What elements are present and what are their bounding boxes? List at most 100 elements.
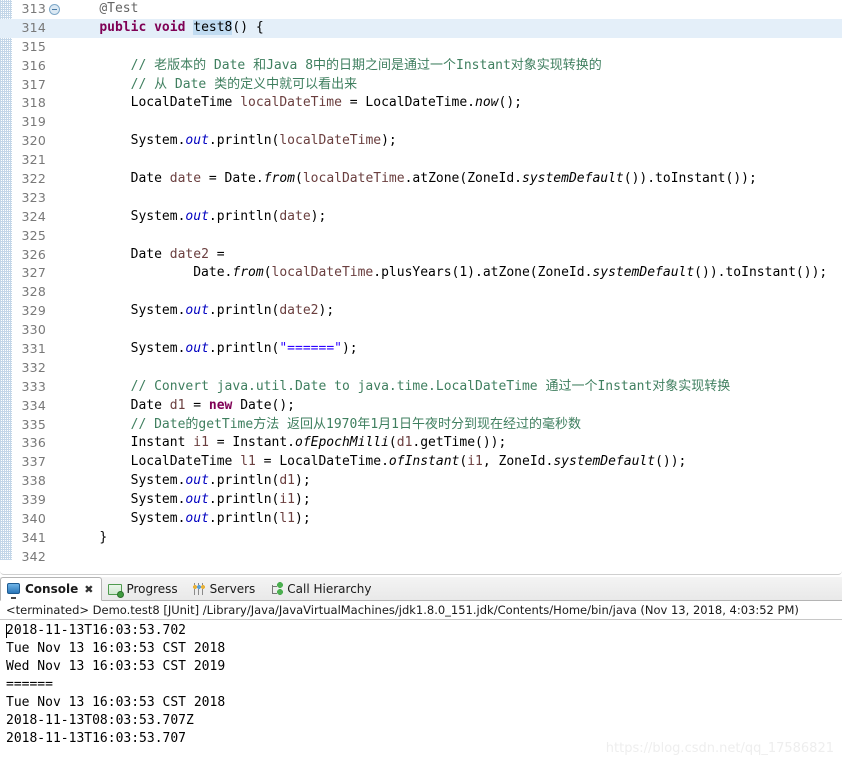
token-localvar: date xyxy=(279,208,311,224)
code-line-327[interactable]: 327 Date.from(localDateTime.plusYears(1)… xyxy=(0,264,842,283)
code-editor-panel[interactable]: 313 @Test 314 public void test8() {315 316… xyxy=(0,0,842,575)
code-line-text: // Convert java.util.Date to java.time.L… xyxy=(68,378,731,397)
code-line-332[interactable]: 332 xyxy=(0,359,842,378)
token-statmeth: from xyxy=(263,171,296,187)
console-output-line: ====== xyxy=(6,677,53,692)
code-line-text: System.out.println(date2); xyxy=(68,302,335,321)
console-output-line: Tue Nov 13 16:03:53 CST 2018 xyxy=(6,695,226,710)
token-localvar: date2 xyxy=(279,303,319,319)
code-line-335[interactable]: 335 // Date的getTime方法 返回从1970年1月1日午夜时分到现… xyxy=(0,416,842,435)
token-statmeth: systemDefault xyxy=(522,171,624,187)
code-line-339[interactable]: 339 System.out.println(i1); xyxy=(0,491,842,510)
token-fieldstat: out xyxy=(185,492,209,508)
code-line-325[interactable]: 325 xyxy=(0,227,842,246)
code-line-323[interactable]: 323 xyxy=(0,189,842,208)
line-number: 338 xyxy=(21,473,46,489)
line-number: 327 xyxy=(21,265,46,281)
code-line-329[interactable]: 329 System.out.println(date2); xyxy=(0,302,842,321)
console-launch-configuration-line: <terminated> Demo.test8 [JUnit] /Library… xyxy=(0,601,842,620)
code-line-337[interactable]: 337 LocalDateTime l1 = LocalDateTime.ofI… xyxy=(0,453,842,472)
code-line-336[interactable]: 336 Instant i1 = Instant.ofEpochMilli(d1… xyxy=(0,434,842,453)
code-line-322[interactable]: 322 Date date = Date.from(localDateTime.… xyxy=(0,170,842,189)
code-line-333[interactable]: 333 // Convert java.util.Date to java.ti… xyxy=(0,378,842,397)
token-localvar: l1 xyxy=(240,454,256,470)
token-plain: .atZone(ZoneId. xyxy=(404,171,522,187)
token-plain: .println( xyxy=(208,473,280,489)
tab-servers[interactable]: Servers xyxy=(186,577,264,600)
tab-progress[interactable]: Progress xyxy=(102,577,185,600)
token-plain: System. xyxy=(130,341,186,357)
console-panel[interactable]: Console ✖ Progress Servers Call Hierarchy <t… xyxy=(0,577,842,770)
code-line-326[interactable]: 326 Date date2 = xyxy=(0,246,842,265)
token-localvar: localDateTime xyxy=(302,171,405,187)
console-text-caret xyxy=(6,624,7,638)
token-annot: @Test xyxy=(99,1,139,16)
token-plain: .plusYears(1).atZone(ZoneId. xyxy=(373,265,593,281)
token-fieldstat: out xyxy=(185,208,209,224)
close-icon[interactable]: ✖ xyxy=(84,583,93,596)
code-line-text: System.out.println("======"); xyxy=(68,340,358,359)
code-line-text: Date d1 = new Date(); xyxy=(68,397,295,416)
code-line-314[interactable]: 314 public void test8() { xyxy=(0,18,842,38)
token-cmt: // 老版本的 Date 和Java 8中的日期之间是通过一个Instant对象… xyxy=(130,57,602,73)
code-line-313[interactable]: 313 @Test xyxy=(0,0,842,19)
token-fieldstat: out xyxy=(185,303,209,319)
code-line-331[interactable]: 331 System.out.println("======"); xyxy=(0,340,842,359)
code-line-318[interactable]: 318 LocalDateTime localDateTime = LocalD… xyxy=(0,94,842,113)
token-plain: System. xyxy=(130,473,186,489)
code-text-area[interactable]: 313 @Test 314 public void test8() {315 316… xyxy=(0,0,842,567)
code-line-text: Date.from(localDateTime.plusYears(1).atZ… xyxy=(68,264,827,283)
code-line-text: System.out.println(date); xyxy=(68,208,327,227)
tab-console[interactable]: Console ✖ xyxy=(0,577,103,601)
code-line-317[interactable]: 317 // 从 Date 类的定义中就可以看出来 xyxy=(0,76,842,95)
code-line-text: System.out.println(l1); xyxy=(68,510,311,529)
token-plain: ); xyxy=(310,208,327,224)
code-line-316[interactable]: 316 // 老版本的 Date 和Java 8中的日期之间是通过一个Insta… xyxy=(0,57,842,76)
code-line-341[interactable]: 341 } xyxy=(0,529,842,548)
token-plain: .getTime()); xyxy=(412,435,507,451)
token-localvar: l1 xyxy=(279,511,296,527)
code-line-342[interactable]: 342 xyxy=(0,548,842,567)
code-line-text: public void test8() { xyxy=(68,19,264,38)
token-statmeth: now xyxy=(475,95,499,111)
line-number: 317 xyxy=(21,76,46,92)
code-line-315[interactable]: 315 xyxy=(0,38,842,57)
code-line-320[interactable]: 320 System.out.println(localDateTime); xyxy=(0,132,842,151)
code-line-319[interactable]: 319 xyxy=(0,113,842,132)
code-line-324[interactable]: 324 System.out.println(date); xyxy=(0,208,842,227)
token-plain: Date xyxy=(130,397,170,413)
code-line-321[interactable]: 321 xyxy=(0,151,842,170)
token-plain: LocalDateTime xyxy=(130,95,241,111)
line-number: 329 xyxy=(21,303,46,319)
line-number: 333 xyxy=(21,378,46,394)
token-plain: = xyxy=(185,397,209,413)
line-number: 325 xyxy=(21,227,46,243)
tab-call-hierarchy[interactable]: Call Hierarchy xyxy=(263,577,379,600)
token-localvar: localDateTime xyxy=(279,133,382,149)
token-kw: void xyxy=(154,19,186,35)
line-number: 342 xyxy=(21,548,46,564)
token-fieldstat: out xyxy=(185,473,209,489)
code-line-340[interactable]: 340 System.out.println(l1); xyxy=(0,510,842,529)
line-number: 323 xyxy=(21,189,46,205)
token-localvar: localDateTime xyxy=(240,95,342,111)
token-plain: = Date. xyxy=(201,171,264,187)
console-tab-bar[interactable]: Console ✖ Progress Servers Call Hierarchy xyxy=(0,577,842,601)
code-line-338[interactable]: 338 System.out.println(d1); xyxy=(0,472,842,491)
token-plain: .println( xyxy=(208,133,280,149)
console-output-line: 2018-11-13T16:03:53.702 xyxy=(6,623,187,638)
code-line-334[interactable]: 334 Date d1 = new Date(); xyxy=(0,397,842,416)
token-plain: .println( xyxy=(208,303,280,319)
console-output-line: Wed Nov 13 16:03:53 CST 2019 xyxy=(6,659,226,674)
code-line-330[interactable]: 330 xyxy=(0,321,842,340)
line-number: 318 xyxy=(21,95,46,111)
token-cmt: // Date的getTime方法 返回从1970年1月1日午夜时分到现在经过的… xyxy=(130,416,581,432)
token-plain: ()).toInstant()); xyxy=(694,265,828,281)
token-plain: () { xyxy=(232,19,264,35)
token-plain: = LocalDateTime. xyxy=(341,95,476,111)
console-icon-wrap xyxy=(7,582,21,596)
line-number: 335 xyxy=(21,416,46,432)
fold-collapse-icon[interactable] xyxy=(49,4,60,15)
token-statmeth: systemDefault xyxy=(592,265,695,281)
code-line-328[interactable]: 328 xyxy=(0,283,842,302)
